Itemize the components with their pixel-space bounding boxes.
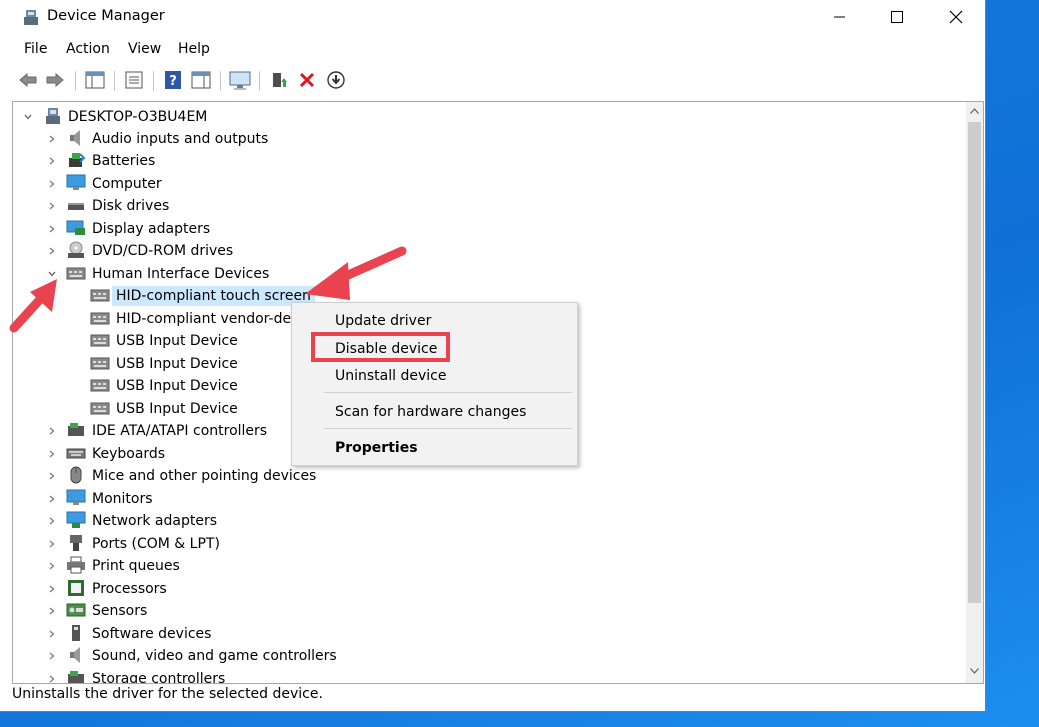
annotation-arrows [9, 246, 407, 333]
arrow-pointing-to-touch-screen [305, 246, 407, 300]
arrow-pointing-to-expander [9, 279, 57, 333]
